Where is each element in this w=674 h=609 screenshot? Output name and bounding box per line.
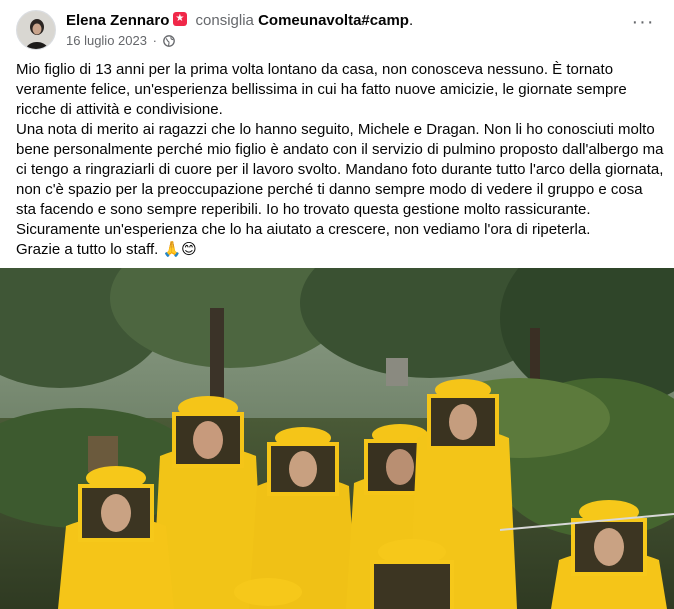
post-photo[interactable]: [0, 268, 674, 609]
avatar-image: [17, 11, 55, 49]
globe-icon[interactable]: [162, 34, 175, 47]
page-name-link[interactable]: Comeunavolta#camp: [258, 12, 409, 29]
post-text: Mio figlio di 13 anni per la prima volta…: [16, 61, 664, 258]
post-body: Mio figlio di 13 anni per la prima volta…: [16, 60, 666, 260]
post-subline: 16 luglio 2023 ·: [66, 32, 618, 49]
facebook-post: Elena Zennaro consiglia Comeunavolta#cam…: [0, 0, 674, 609]
author-name[interactable]: Elena Zennaro: [66, 12, 169, 29]
author-avatar[interactable]: [16, 10, 56, 50]
post-header: Elena Zennaro consiglia Comeunavolta#cam…: [16, 10, 658, 50]
post-title-line: Elena Zennaro consiglia Comeunavolta#cam…: [66, 11, 618, 30]
separator-dot: ·: [152, 33, 157, 48]
post-date[interactable]: 16 luglio 2023: [66, 33, 147, 48]
post-meta: Elena Zennaro consiglia Comeunavolta#cam…: [66, 11, 618, 49]
more-options-icon[interactable]: ···: [628, 12, 658, 36]
recommend-badge-icon: [173, 12, 188, 26]
photo-image: [0, 268, 674, 609]
action-text: consiglia: [195, 12, 254, 29]
page-suffix: .: [408, 12, 414, 29]
